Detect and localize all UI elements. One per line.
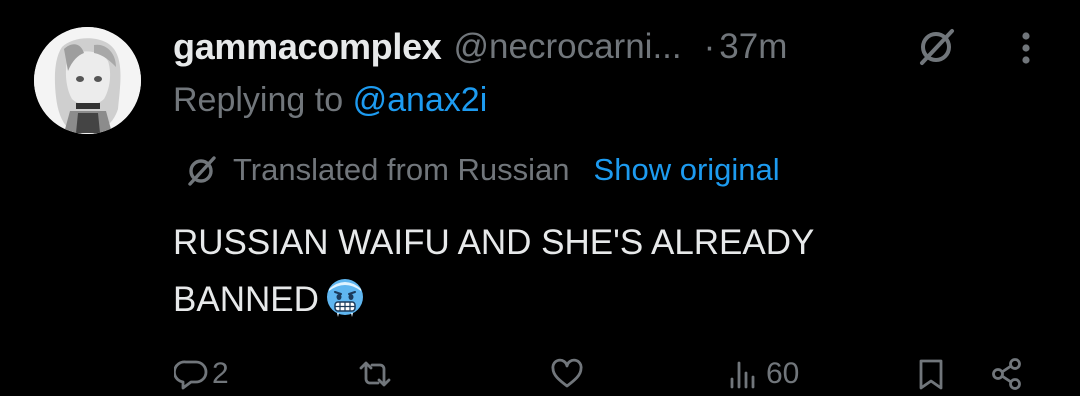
grok-icon[interactable] bbox=[916, 25, 958, 67]
avatar-image bbox=[34, 27, 141, 134]
reply-icon bbox=[174, 360, 208, 390]
reply-button[interactable]: 2 bbox=[174, 352, 229, 396]
retweet-button[interactable] bbox=[358, 352, 396, 396]
reply-prefix: Replying to bbox=[173, 81, 344, 119]
tweet-text-line-1: RUSSIAN WAIFU AND SHE'S ALREADY bbox=[173, 223, 815, 262]
views-bar-chart-icon bbox=[730, 361, 755, 389]
action-bar: 2 60 bbox=[0, 352, 1080, 396]
user-handle[interactable]: @necrocarni... bbox=[454, 27, 682, 67]
retweet-icon bbox=[359, 361, 391, 387]
view-count: 60 bbox=[766, 357, 800, 390]
reply-mention-link[interactable]: @anax2i bbox=[353, 81, 488, 119]
translation-notice: Translated from Russian Show original bbox=[185, 149, 780, 191]
share-button[interactable] bbox=[990, 352, 1024, 396]
tweet-text-line-2: BANNED bbox=[173, 271, 1033, 328]
translation-label: Translated from Russian bbox=[233, 152, 570, 187]
tweet-header: gammacomplex @necrocarni... · 37m bbox=[173, 22, 787, 72]
bookmark-icon bbox=[919, 359, 943, 390]
timestamp[interactable]: 37m bbox=[719, 27, 787, 67]
like-button[interactable] bbox=[550, 352, 588, 396]
views-button[interactable]: 60 bbox=[728, 352, 799, 396]
bookmark-button[interactable] bbox=[914, 352, 948, 396]
heart-icon bbox=[551, 358, 583, 388]
display-name[interactable]: gammacomplex bbox=[173, 26, 442, 68]
replying-to: Replying to @anax2i bbox=[173, 81, 487, 120]
more-options-icon[interactable] bbox=[1006, 28, 1046, 68]
show-original-link[interactable]: Show original bbox=[594, 152, 780, 188]
reply-count: 2 bbox=[212, 357, 229, 390]
separator-dot: · bbox=[703, 27, 716, 66]
cold-face-emoji bbox=[326, 279, 363, 317]
share-icon bbox=[992, 358, 1021, 390]
avatar[interactable] bbox=[34, 27, 141, 134]
tweet-text-line-2-text: BANNED bbox=[173, 280, 319, 319]
translate-icon bbox=[188, 156, 216, 186]
tweet-text: RUSSIAN WAIFU AND SHE'S ALREADY BANNED bbox=[173, 214, 1033, 328]
